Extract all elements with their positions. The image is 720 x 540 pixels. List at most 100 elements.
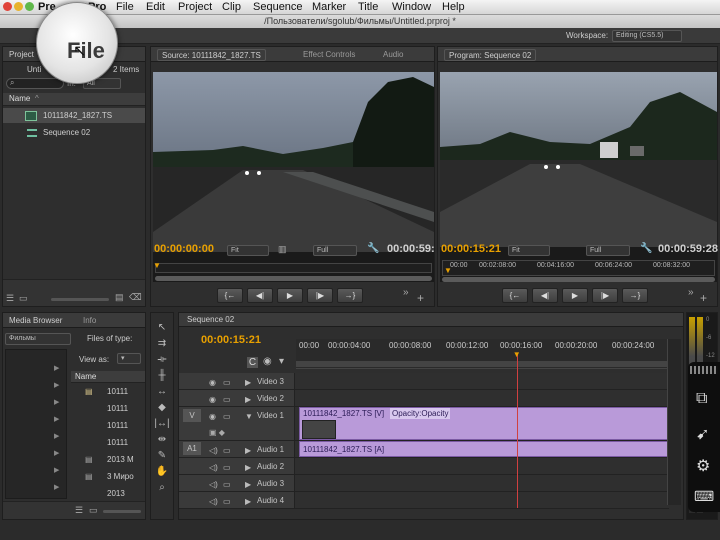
expand-triangle-icon[interactable]: ▶ (245, 443, 251, 459)
expand-triangle-icon[interactable]: ▶ (245, 477, 251, 493)
step-back-button[interactable]: ◀| (247, 288, 273, 303)
source-quality-dropdown[interactable]: Full (313, 245, 357, 256)
project-row-sequence[interactable]: Sequence 02 (3, 125, 145, 140)
audio-clip[interactable]: 10111842_1827.TS [A] (299, 441, 669, 457)
source-zoom-bar[interactable] (155, 276, 432, 281)
project-search-input[interactable]: ⌕ (6, 78, 64, 89)
lock-icon[interactable]: ▭ (223, 409, 231, 425)
ripple-edit-tool-icon[interactable]: ⟛ (154, 353, 170, 367)
timeline-ruler[interactable]: 00:00 00:00:04:00 00:00:08:00 00:00:12:0… (296, 339, 667, 369)
list-item[interactable]: 10111 (71, 418, 145, 435)
program-zoom-bar[interactable] (442, 277, 715, 282)
program-ruler[interactable]: 00:00 00:02:08:00 00:04:16:00 00:06:24:0… (442, 260, 715, 276)
track-header[interactable]: A1 ◁) ▭ ▶ Audio 1 (179, 441, 295, 457)
expand-triangle-icon[interactable]: ▶ (245, 392, 251, 408)
expand-triangle-icon[interactable]: ▶ (54, 449, 59, 457)
program-step-back-button[interactable]: ◀| (532, 288, 558, 303)
rate-stretch-tool-icon[interactable]: ↔ (154, 385, 170, 399)
expand-triangle-icon[interactable]: ▶ (54, 415, 59, 423)
source-playhead-icon[interactable]: ▼ (153, 261, 161, 270)
list-view-icon[interactable]: ☰ (6, 293, 14, 304)
lock-icon[interactable]: ▭ (223, 443, 231, 459)
program-timecode[interactable]: 00:00:15:21 (441, 243, 501, 255)
track-header[interactable]: ◉ ▭ ▶ Video 3 (179, 373, 295, 389)
project-row-clip[interactable]: 10111842_1827.TS (3, 108, 145, 123)
track-target-tag[interactable]: A1 (183, 442, 201, 455)
zoom-slider[interactable] (51, 298, 109, 301)
tab-program[interactable]: Program: Sequence 02 (444, 49, 537, 61)
speaker-icon[interactable]: ◁) (209, 460, 218, 476)
program-playhead-icon[interactable]: ▼ (444, 266, 452, 275)
source-fit-dropdown[interactable]: Fit (227, 245, 269, 256)
location-dropdown[interactable]: Фильмы (5, 333, 71, 345)
selection-tool-icon[interactable]: ↖ (154, 321, 170, 335)
lock-icon[interactable]: ▭ (223, 494, 231, 510)
source-scrubber[interactable] (155, 263, 432, 273)
track-header[interactable]: ◉ ▭ ▶ Video 2 (179, 390, 295, 406)
step-forward-button[interactable]: |▶ (307, 288, 333, 303)
lock-icon[interactable]: ▭ (223, 460, 231, 476)
tab-source[interactable]: Source: 10111842_1827.TS (157, 49, 266, 61)
tab-media-browser[interactable]: Media Browser (5, 315, 66, 327)
zoom-tool-icon[interactable]: ⌕ (154, 481, 170, 495)
speaker-icon[interactable]: ◁) (209, 477, 218, 493)
eye-icon[interactable]: ◉ (209, 392, 216, 408)
media-zoom-slider[interactable] (103, 510, 141, 513)
track-select-tool-icon[interactable]: ⇉ (154, 337, 170, 351)
tab-audio[interactable]: Audio (379, 49, 407, 61)
wrench-icon[interactable]: 🔧 (640, 243, 652, 254)
add-button-icon[interactable]: + (417, 291, 424, 305)
opacity-dropdown[interactable]: Opacity:Opacity (390, 408, 451, 419)
track-header[interactable]: ◁) ▭ ▶ Audio 3 (179, 475, 295, 491)
eye-icon[interactable]: ◉ (209, 375, 216, 391)
minimize-window-icon[interactable] (14, 2, 23, 11)
filmstrip-icon[interactable]: ▥ (278, 244, 287, 255)
program-fit-dropdown[interactable]: Fit (508, 245, 550, 256)
video-clip[interactable]: 10111842_1827.TS [V] Opacity:Opacity (299, 407, 669, 440)
expand-triangle-icon[interactable]: ▶ (245, 494, 251, 510)
lock-icon[interactable]: ▭ (223, 477, 231, 493)
menu-title[interactable]: Title (358, 1, 378, 13)
speaker-icon[interactable]: ◁) (209, 494, 218, 510)
work-area-bar[interactable] (296, 361, 667, 367)
project-column-header[interactable]: Name ^ (3, 93, 145, 106)
pen-tool-icon[interactable]: ✎ (154, 449, 170, 463)
folder-tree[interactable]: ▶ ▶ ▶ ▶ ▶ ▶ ▶ ▶ (5, 349, 67, 499)
program-step-forward-button[interactable]: |▶ (592, 288, 618, 303)
collapse-triangle-icon[interactable]: ▼ (245, 409, 253, 425)
timeline-playhead[interactable]: ▼ (513, 350, 521, 508)
menu-file[interactable]: File (116, 1, 134, 13)
expand-triangle-icon[interactable]: ▶ (54, 381, 59, 389)
track-header[interactable]: V ◉ ▭ ▼ Video 1 ▣ ◆ (179, 407, 295, 440)
source-timecode[interactable]: 00:00:00:00 (154, 243, 214, 255)
lock-icon[interactable]: ▭ (223, 392, 231, 408)
program-mark-out-button[interactable]: →} (622, 288, 648, 303)
keyboard-icon[interactable]: ⌨ (694, 488, 714, 505)
play-button[interactable]: ▶ (277, 288, 303, 303)
list-item[interactable]: ▤ 3 Миро (71, 469, 145, 486)
view-as-dropdown[interactable]: ▾ (117, 353, 141, 364)
icon-view-icon[interactable]: ▭ (19, 293, 28, 304)
windows-icon[interactable]: ⧉ (696, 390, 707, 408)
menu-window[interactable]: Window (392, 1, 431, 13)
gear-icon[interactable]: ⚙ (696, 456, 710, 476)
list-item[interactable]: 10111 (71, 435, 145, 452)
track-header[interactable]: ◁) ▭ ▶ Audio 2 (179, 458, 295, 474)
program-mark-in-button[interactable]: {← (502, 288, 528, 303)
list-item[interactable]: 10111 (71, 401, 145, 418)
menu-edit[interactable]: Edit (146, 1, 165, 13)
menu-help[interactable]: Help (442, 1, 465, 13)
list-item[interactable]: ▤ 2013 M (71, 452, 145, 469)
mark-in-button[interactable]: {← (217, 288, 243, 303)
more-buttons-icon[interactable]: » (688, 287, 694, 298)
lock-icon[interactable]: ▭ (223, 375, 231, 391)
zoom-window-icon[interactable] (25, 2, 34, 11)
expand-triangle-icon[interactable]: ▶ (54, 466, 59, 474)
keyframe-icon[interactable]: ▣ ◆ (209, 425, 225, 441)
menu-clip[interactable]: Clip (222, 1, 241, 13)
new-item-icon[interactable]: ▤ (115, 292, 124, 303)
tab-info[interactable]: Info (79, 315, 100, 327)
expand-triangle-icon[interactable]: ▶ (245, 460, 251, 476)
marker-menu-icon[interactable]: ▾ (279, 356, 284, 367)
tab-effect-controls[interactable]: Effect Controls (299, 49, 359, 61)
